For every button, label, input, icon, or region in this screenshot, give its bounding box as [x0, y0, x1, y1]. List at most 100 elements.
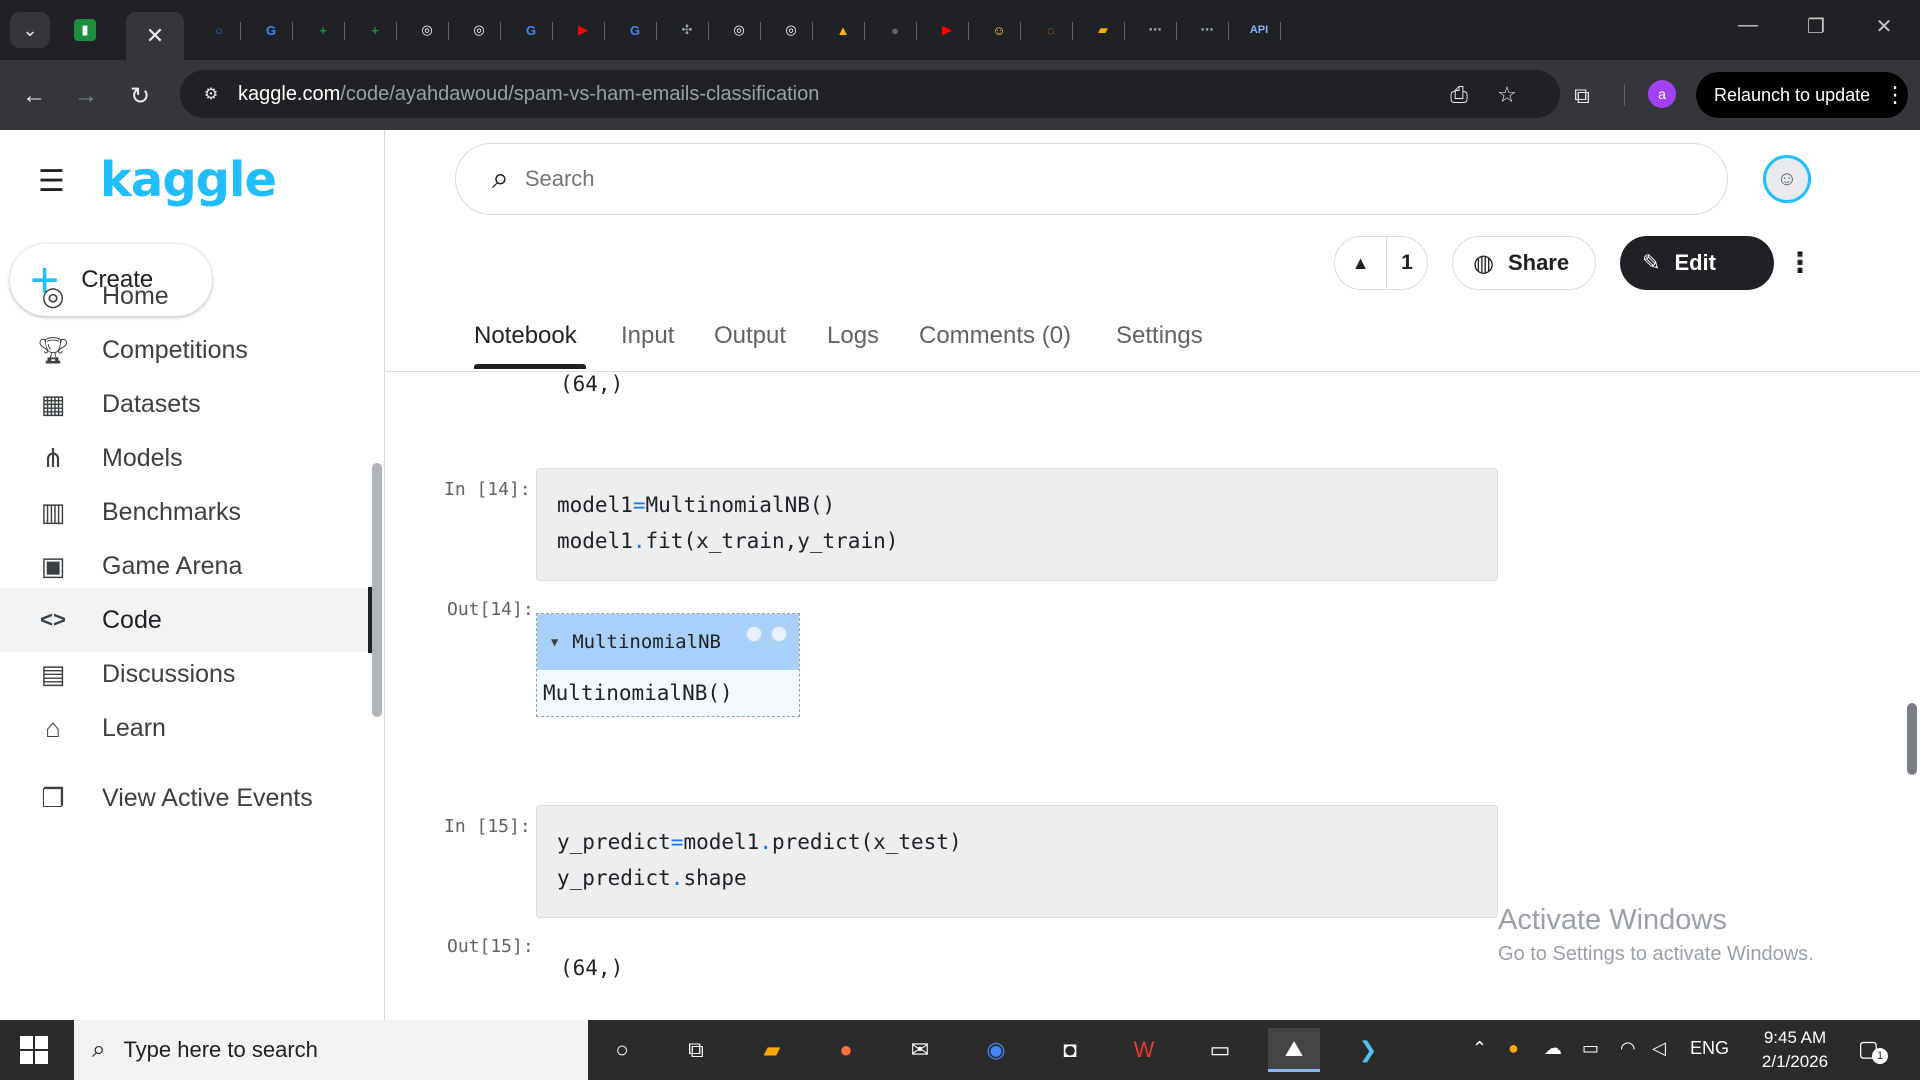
extensions-icon[interactable]: ⧉ [1564, 78, 1600, 114]
more-options-icon[interactable]: ⋮ [1786, 242, 1814, 284]
photos-icon[interactable]: ⛰ [1268, 1028, 1320, 1072]
tab-settings[interactable]: Settings [1116, 322, 1203, 350]
compass-icon: ◎ [41, 280, 65, 311]
address-bar[interactable]: ⚙ kaggle.com/code/ayahdawoud/spam-vs-ham… [180, 70, 1560, 118]
openai-icon: ◎ [421, 22, 433, 37]
tray-app-icon[interactable]: ● [1508, 1038, 1519, 1059]
user-avatar[interactable]: ☺ [1763, 155, 1811, 203]
tab-notebook[interactable]: Notebook [474, 322, 577, 350]
volume-icon[interactable]: ◁ [1652, 1038, 1666, 1059]
firefox-icon[interactable]: ● [820, 1028, 872, 1072]
code-cell[interactable]: model1=MultinomialNB() model1.fit(x_trai… [536, 468, 1498, 581]
bookmark-star-icon[interactable]: ☆ [1492, 82, 1522, 108]
close-window-button[interactable]: ✕ [1864, 14, 1904, 39]
more-vert-icon: ⋮ [1884, 82, 1907, 107]
graph-icon: ⋯ [1200, 22, 1214, 37]
browser-tab[interactable]: ▮ [56, 12, 114, 48]
wps-office-icon[interactable]: W [1118, 1028, 1170, 1072]
share-button[interactable]: ◍ Share [1452, 236, 1596, 290]
sheets-icon: ▮ [74, 19, 96, 41]
sidebar-item-learn[interactable]: ⌂ Learn [0, 696, 370, 760]
search-input[interactable] [524, 166, 1625, 192]
openai-icon: ◎ [733, 22, 745, 37]
close-tab-icon[interactable]: ✕ [146, 23, 164, 49]
file-explorer-icon[interactable]: ▰ [746, 1028, 798, 1072]
tab-logs[interactable]: Logs [827, 322, 879, 350]
table-icon: ▦ [40, 388, 66, 419]
camera-icon[interactable]: ◘ [1044, 1028, 1096, 1072]
code-line: y_predict=model1.predict(x_test) [557, 830, 962, 854]
huggingface-icon: ☺ [992, 22, 1006, 38]
page-scrollbar[interactable] [1907, 703, 1917, 775]
tab-separator [760, 22, 761, 40]
youtube-icon: ▶ [942, 22, 952, 37]
minimize-button[interactable]: — [1728, 14, 1768, 37]
code-cell[interactable]: y_predict=model1.predict(x_test) y_predi… [536, 805, 1498, 918]
sidebar-item-view-active-events[interactable]: ❐ View Active Events [0, 766, 370, 830]
kaggle-logo[interactable]: kaggle [100, 152, 277, 208]
back-button[interactable]: ← [16, 78, 52, 114]
tab-input[interactable]: Input [621, 322, 674, 350]
terminal-icon[interactable]: ▭ [1194, 1028, 1246, 1072]
tab-separator [500, 22, 501, 40]
caret-up-icon[interactable]: ▲ [1335, 237, 1387, 289]
install-app-icon[interactable]: ⎙ [1444, 82, 1474, 108]
share-label: Share [1507, 250, 1570, 275]
sidebar-item-label: Game Arena [102, 551, 243, 580]
estimator-diagram[interactable]: ▼ MultinomialNB MultinomialNB() [536, 613, 800, 717]
tab-separator [240, 22, 241, 40]
sidebar-item-label: Competitions [102, 335, 248, 364]
github-icon: ● [891, 22, 899, 38]
watermark-subtitle: Go to Settings to activate Windows. [1498, 943, 1814, 965]
onedrive-icon[interactable]: ☁ [1544, 1038, 1562, 1059]
tab-comments[interactable]: Comments (0) [919, 322, 1071, 350]
edit-button[interactable]: ✎ Edit [1620, 236, 1774, 290]
forward-button[interactable]: → [68, 78, 104, 114]
api-icon: API [1249, 24, 1269, 36]
active-tab-indicator [474, 364, 586, 369]
mail-icon[interactable]: ✉ [894, 1028, 946, 1072]
chevron-up-icon[interactable]: ⌃ [1472, 1038, 1487, 1059]
cell-output: (64,) [560, 956, 624, 980]
chevron-down-icon: ⌄ [22, 19, 38, 40]
upvote-button[interactable]: ▲ 1 [1334, 236, 1428, 290]
cell-out-prompt: Out[15]: [447, 936, 534, 957]
taskbar-clock[interactable]: 9:45 AM 2/1/2026 [1740, 1026, 1850, 1074]
relaunch-button[interactable]: Relaunch to update ⋮ [1696, 72, 1908, 118]
battery-icon[interactable]: ▭ [1582, 1038, 1599, 1059]
site-info-icon[interactable]: ⚙ [198, 81, 224, 107]
perplexity-icon: ✣ [681, 22, 693, 37]
google-icon: G [629, 22, 641, 38]
user-icon: ☺ [1776, 167, 1798, 190]
browser-tab-active[interactable]: ✕ [126, 12, 184, 60]
tab-output[interactable]: Output [714, 322, 786, 350]
help-icon[interactable] [746, 626, 762, 642]
powershell-icon[interactable]: ❯ [1342, 1028, 1394, 1072]
windows-start-icon[interactable] [20, 1036, 48, 1064]
tab-separator [1020, 22, 1021, 40]
language-indicator[interactable]: ENG [1690, 1038, 1729, 1059]
estimator-repr: MultinomialNB() [537, 670, 799, 716]
cortana-icon[interactable]: ○ [596, 1028, 648, 1072]
reload-button[interactable]: ↻ [122, 78, 158, 114]
cell-output: (64,) [560, 372, 624, 396]
tab-separator [344, 22, 345, 40]
task-view-icon[interactable]: ⧉ [670, 1028, 722, 1072]
restore-button[interactable]: ❐ [1796, 14, 1836, 39]
browser-toolbar: ← → ↻ ⚙ kaggle.com/code/ayahdawoud/spam-… [0, 60, 1920, 130]
arrow-left-icon: ← [22, 82, 46, 109]
menu-icon[interactable]: ☰ [38, 164, 65, 199]
profile-avatar[interactable]: a [1648, 80, 1676, 108]
robot-icon: ▣ [40, 550, 66, 581]
notification-icon[interactable]: ▢ 1 [1858, 1036, 1888, 1064]
tab-separator [968, 22, 969, 40]
sidebar-scrollbar[interactable] [372, 463, 382, 717]
kaggle-search[interactable]: ⌕ [455, 143, 1728, 215]
wifi-icon[interactable]: ◠ [1620, 1038, 1636, 1059]
sidebar-item-label: View Active Events [102, 783, 313, 812]
chrome-icon[interactable]: ◉ [970, 1028, 1022, 1072]
estimator-header[interactable]: ▼ MultinomialNB [537, 614, 799, 670]
tab-search-button[interactable]: ⌄ [10, 12, 50, 48]
url-text: kaggle.com/code/ayahdawoud/spam-vs-ham-e… [238, 82, 820, 105]
taskbar-search[interactable]: ⌕ Type here to search [74, 1020, 588, 1080]
